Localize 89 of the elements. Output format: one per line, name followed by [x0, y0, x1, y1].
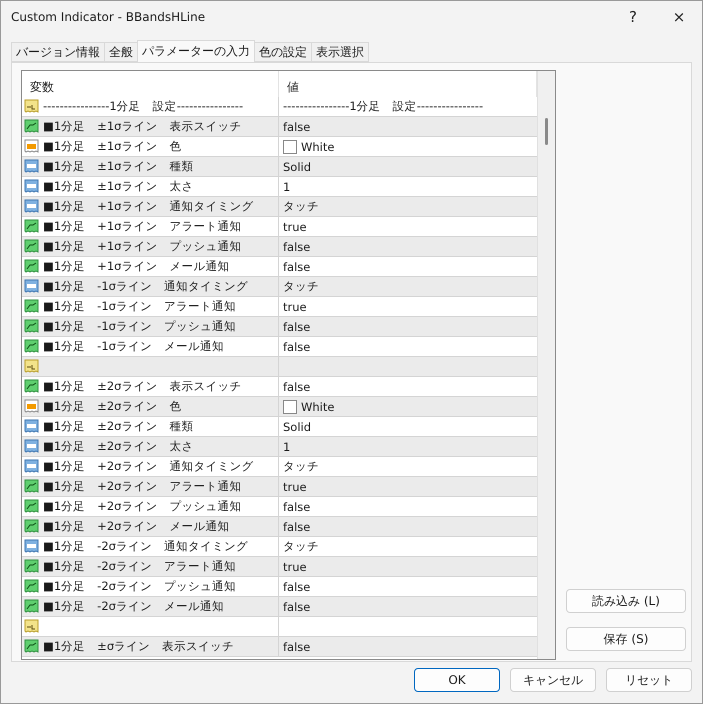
parameter-name: ■1分足 +2σライン アラート通知 [43, 479, 242, 494]
tab[interactable]: 色の設定 [254, 42, 312, 62]
parameter-name: ■1分足 ±1σライン 太さ [43, 179, 194, 194]
parameter-value[interactable]: false [283, 640, 310, 654]
parameter-value[interactable]: Solid [283, 160, 312, 174]
help-button[interactable]: ? [610, 1, 656, 32]
parameter-name: ■1分足 -2σライン 通知タイミング [43, 539, 248, 554]
parameter-name: ■1分足 -2σライン メール通知 [43, 599, 224, 614]
parameter-value[interactable]: true [283, 300, 307, 314]
parameter-name: ■1分足 ±1σライン 種類 [43, 159, 194, 174]
parameter-name: ■1分足 ±1σライン 表示スイッチ [43, 119, 242, 134]
chart-icon [24, 479, 39, 494]
parameter-value[interactable]: White [301, 140, 334, 154]
chart-icon [24, 519, 39, 534]
ok-button[interactable]: OK [414, 668, 500, 692]
parameter-name: ■1分足 ±σライン 表示スイッチ [43, 639, 234, 654]
parameter-value[interactable]: false [283, 240, 310, 254]
chart-icon [24, 599, 39, 614]
chart-icon [24, 339, 39, 354]
save-button[interactable]: 保存 (S) [566, 627, 686, 651]
parameter-value[interactable]: false [283, 260, 310, 274]
parameter-value[interactable]: true [283, 220, 307, 234]
parameter-value[interactable]: true [283, 560, 307, 574]
parameter-value[interactable]: true [283, 480, 307, 494]
parameter-value[interactable]: Solid [283, 420, 312, 434]
parameter-name: ■1分足 ±2σライン 表示スイッチ [43, 379, 242, 394]
chart-icon [24, 559, 39, 574]
parameter-name: ■1分足 +1σライン 通知タイミング [43, 199, 254, 214]
chart-icon [24, 239, 39, 254]
chart-icon [24, 499, 39, 514]
parameter-value[interactable]: false [283, 380, 310, 394]
tab[interactable]: バージョン情報 [11, 42, 105, 62]
tab[interactable]: 全般 [104, 42, 138, 62]
parameter-value[interactable]: false [283, 320, 310, 334]
parameter-name: ■1分足 +1σライン メール通知 [43, 259, 230, 274]
palette-icon [24, 399, 39, 414]
load-button[interactable]: 読み込み (L) [566, 589, 686, 613]
cancel-button[interactable]: キャンセル [510, 668, 596, 692]
number-icon [24, 279, 39, 294]
parameter-name: ■1分足 -2σライン プッシュ通知 [43, 579, 236, 594]
chart-icon [24, 119, 39, 134]
chart-icon [24, 319, 39, 334]
parameter-value[interactable]: 1 [283, 440, 290, 454]
window-title: Custom Indicator - BBandsHLine [11, 10, 206, 24]
parameter-value[interactable]: タッチ [283, 199, 319, 214]
parameter-value[interactable]: false [283, 120, 310, 134]
parameter-name: ■1分足 -1σライン 通知タイミング [43, 279, 248, 294]
chart-icon [24, 639, 39, 654]
close-button[interactable]: × [656, 1, 702, 32]
number-icon [24, 159, 39, 174]
chart-icon [24, 379, 39, 394]
number-icon [24, 199, 39, 214]
tab[interactable]: 表示選択 [311, 42, 369, 62]
parameter-value[interactable]: false [283, 580, 310, 594]
parameter-value[interactable]: White [301, 400, 334, 414]
parameter-name: ■1分足 -1σライン プッシュ通知 [43, 319, 236, 334]
reset-button[interactable]: リセット [606, 668, 692, 692]
parameter-name: ■1分足 -1σライン メール通知 [43, 339, 224, 354]
parameter-name: ■1分足 +1σライン プッシュ通知 [43, 239, 242, 254]
number-icon [24, 439, 39, 454]
chart-icon [24, 219, 39, 234]
text-icon [24, 619, 39, 634]
parameter-value[interactable]: タッチ [283, 459, 319, 474]
tab[interactable]: パラメーターの入力 [137, 40, 255, 62]
parameter-name: ■1分足 ±2σライン 色 [43, 399, 182, 414]
text-icon [24, 359, 39, 374]
parameter-name: ■1分足 +1σライン アラート通知 [43, 219, 242, 234]
chart-icon [24, 579, 39, 594]
parameter-value[interactable]: タッチ [283, 279, 319, 294]
parameter-name: ■1分足 -1σライン アラート通知 [43, 299, 236, 314]
chart-icon [24, 259, 39, 274]
parameter-value[interactable]: false [283, 600, 310, 614]
parameter-name: ■1分足 +2σライン 通知タイミング [43, 459, 254, 474]
parameter-value[interactable]: 1 [283, 180, 290, 194]
parameter-name: ■1分足 +2σライン プッシュ通知 [43, 499, 242, 514]
chart-icon [24, 299, 39, 314]
parameter-value[interactable]: ----------------1分足 設定---------------- [283, 99, 484, 114]
parameter-name: ----------------1分足 設定---------------- [43, 99, 244, 114]
parameter-value[interactable]: false [283, 340, 310, 354]
parameter-value[interactable]: タッチ [283, 539, 319, 554]
parameter-name: ■1分足 ±2σライン 太さ [43, 439, 194, 454]
parameter-value[interactable]: false [283, 520, 310, 534]
parameter-name: ■1分足 +2σライン メール通知 [43, 519, 230, 534]
text-icon [24, 99, 39, 114]
parameter-name: ■1分足 ±1σライン 色 [43, 139, 182, 154]
parameter-value[interactable]: false [283, 500, 310, 514]
scrollbar-thumb[interactable] [545, 118, 548, 145]
parameter-name: ■1分足 -2σライン アラート通知 [43, 559, 236, 574]
parameter-name: ■1分足 ±2σライン 種類 [43, 419, 194, 434]
